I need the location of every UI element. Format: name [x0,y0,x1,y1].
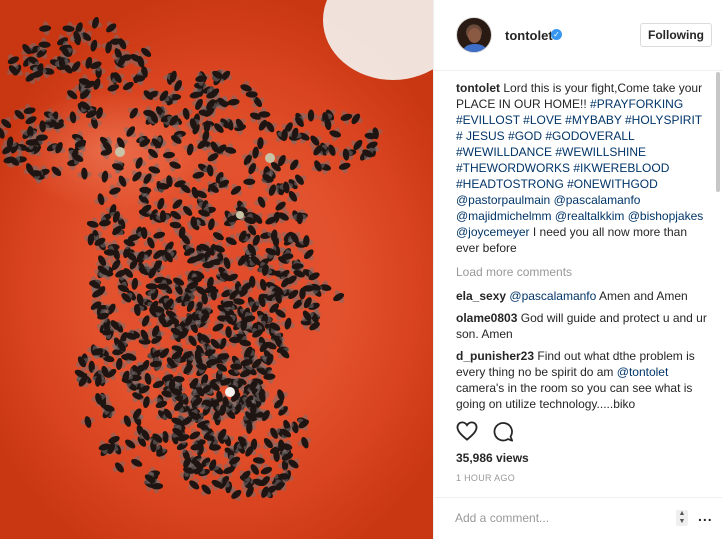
fly-shape [128,107,141,119]
comment-text-continued: camera's in the room so you can see what… [456,381,693,411]
view-count[interactable]: 35,986 views [456,451,529,465]
fly-shape [254,196,268,208]
input-resize-stepper[interactable]: ▲ ▼ [676,510,688,526]
comment-mention[interactable]: @tontolet [617,365,669,379]
heart-icon[interactable] [456,421,478,441]
comments-scrollbar[interactable] [716,72,720,192]
debris-shape [236,211,244,219]
fly-shape [106,21,118,34]
fly-shape [297,436,312,449]
fly-shape [51,166,63,178]
post-timestamp: 1 HOUR AGO [456,473,516,483]
comment-icon[interactable] [492,421,514,442]
load-more-comments[interactable]: Load more comments [456,264,711,280]
fly-shape [243,174,256,189]
fly-shape [86,217,99,232]
debris-shape [225,387,235,397]
fly-shape [80,416,95,428]
more-options-icon[interactable]: ... [698,508,713,524]
post-username[interactable]: tontolet [505,28,553,43]
comment-username[interactable]: ela_sexy [456,289,506,303]
flies-illustration [0,16,383,501]
fly-shape [132,157,147,169]
fly-shape [153,197,168,210]
fly-shape [288,159,301,171]
comment-item: olame0803 God will guide and protect u a… [456,310,711,342]
fly-shape [183,143,198,156]
post-photo[interactable] [0,0,433,539]
fly-shape [280,317,295,330]
avatar[interactable] [456,17,492,53]
add-comment-bar: ▲▼ ... [434,497,722,539]
caption-username[interactable]: tontolet [456,81,500,95]
fly-shape [127,277,142,290]
comments-list[interactable]: tontolet Lord this is your fight,Come ta… [456,80,711,412]
comment-text: Amen and Amen [598,289,688,303]
fly-shape [98,170,112,183]
fly-shape [124,126,137,138]
verified-badge-icon: ✓ [551,29,562,40]
comment-username[interactable]: olame0803 [456,311,517,325]
debris-shape [265,153,275,163]
debris-shape [115,147,125,157]
comment-item: d_punisher23 Find out what dthe problem … [456,348,711,412]
post-header: tontolet ✓ Following [434,0,722,71]
fly-shape [112,461,125,473]
fly-shape [77,167,92,180]
fly-shape [303,109,318,122]
following-button[interactable]: Following [640,23,712,47]
avatar-face [468,28,481,43]
caption-hashtags[interactable]: #PRAYFORKING #EVILLOST #LOVE #MYBABY #HO… [456,97,703,239]
fly-shape [230,183,242,196]
fly-shape [39,21,52,36]
comment-mention[interactable]: @pascalamanfo [509,289,596,303]
fly-shape [338,159,351,174]
post-caption: tontolet Lord this is your fight,Come ta… [456,80,711,256]
comment-item: ela_sexy @pascalamanfo Amen and Amen [456,288,711,304]
post-actions [456,421,716,443]
comment-username[interactable]: d_punisher23 [456,349,534,363]
fly-shape [227,95,240,110]
fly-shape [131,455,143,469]
fly-shape [116,175,130,187]
fly-shape [333,290,345,303]
fly-shape [94,193,109,206]
avatar-shirt [463,44,487,52]
fly-shape [88,16,103,29]
add-comment-input[interactable] [455,508,675,528]
post-sidebar: tontolet ✓ Following tontolet Lord this … [433,0,722,539]
